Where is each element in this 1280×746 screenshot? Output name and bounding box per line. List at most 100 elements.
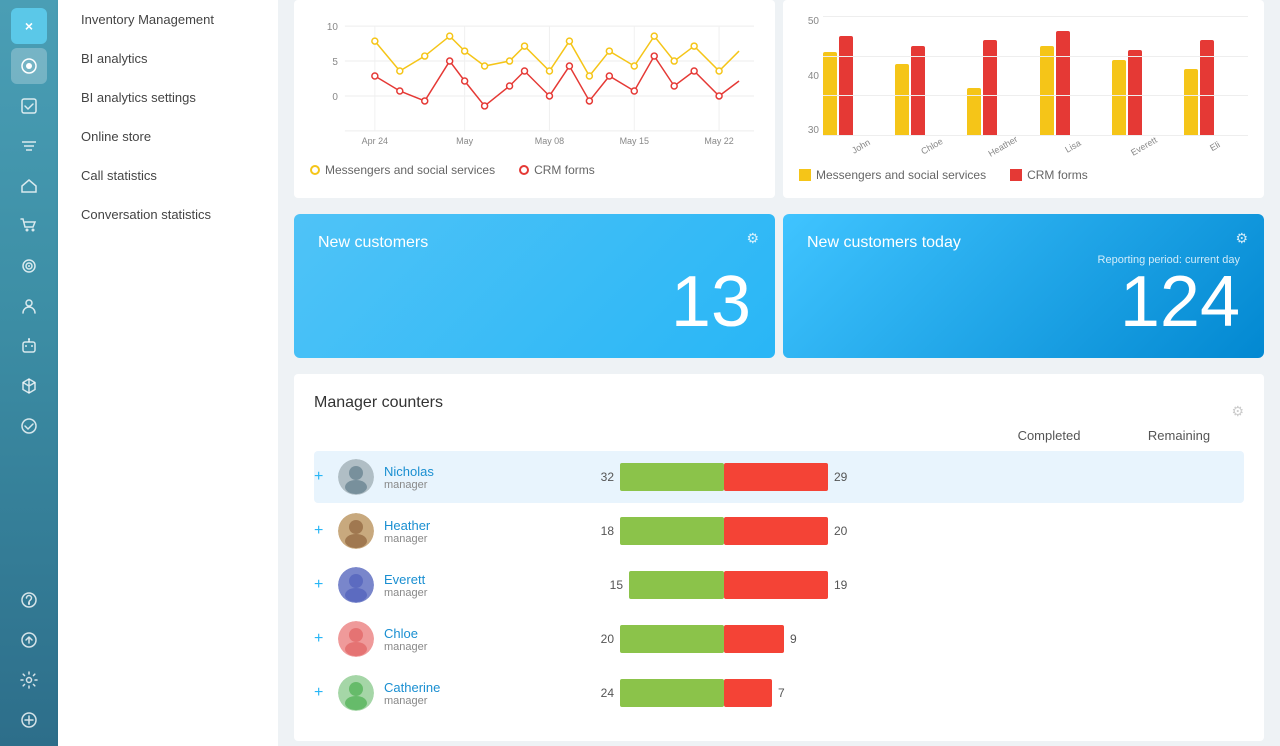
home-icon[interactable]	[11, 168, 47, 204]
bar-group-everett	[1112, 50, 1176, 136]
manager-chloe-role: manager	[384, 641, 427, 653]
bar-group-eli	[1184, 40, 1248, 136]
svg-text:Apr 24: Apr 24	[362, 136, 388, 146]
heather-remaining-count: 20	[834, 524, 854, 538]
y-label-50: 50	[808, 16, 819, 27]
expand-chloe-button[interactable]: +	[314, 630, 330, 648]
bar-eli-red	[1200, 40, 1214, 136]
heather-completed-count: 18	[594, 524, 614, 538]
nicholas-completed-count: 32	[594, 470, 614, 484]
catherine-remaining-bar	[724, 679, 772, 707]
add-icon[interactable]	[11, 702, 47, 738]
svg-text:May 22: May 22	[704, 136, 733, 146]
bar-lisa-red	[1056, 31, 1070, 136]
expand-everett-button[interactable]: +	[314, 576, 330, 594]
completed-header: Completed	[984, 428, 1114, 443]
nicholas-remaining-count: 29	[834, 470, 854, 484]
expand-catherine-button[interactable]: +	[314, 684, 330, 702]
crm-label: CRM forms	[534, 163, 595, 177]
settings-icon[interactable]	[11, 662, 47, 698]
sidebar-item-call-stats[interactable]: Call statistics	[58, 156, 278, 195]
bar-heather-red	[983, 40, 997, 136]
sidebar-item-conversation-stats[interactable]: Conversation statistics	[58, 195, 278, 234]
messengers-label: Messengers and social services	[325, 163, 495, 177]
manager-everett-name[interactable]: Everett	[384, 572, 427, 587]
sidebar-item-inventory[interactable]: Inventory Management	[58, 0, 278, 39]
heather-completed-bar	[620, 517, 724, 545]
tasks-icon[interactable]	[11, 88, 47, 124]
bar-john-red	[839, 36, 853, 136]
line-chart-svg: 10 5 0 Apr 24 May May 08 May 15 May 22	[310, 16, 759, 146]
manager-row-nicholas: + Nicholas manager 32 29	[314, 451, 1244, 503]
y-label-40: 40	[808, 71, 819, 82]
chloe-remaining-count: 9	[790, 632, 810, 646]
filter-icon[interactable]	[11, 128, 47, 164]
nicholas-remaining-bar	[724, 463, 828, 491]
bar-chloe-red	[911, 46, 925, 136]
new-customers-value: 13	[318, 252, 751, 338]
box-icon[interactable]	[11, 368, 47, 404]
new-customers-today-gear-icon[interactable]: ⚙	[1235, 230, 1248, 247]
sidebar: Inventory Management BI analytics BI ana…	[58, 0, 278, 746]
target-icon[interactable]	[11, 248, 47, 284]
bar-crm-label: CRM forms	[1027, 168, 1088, 182]
avatar-nicholas	[338, 459, 374, 495]
everett-completed-bar	[629, 571, 724, 599]
line-chart-card: 10 5 0 Apr 24 May May 08 May 15 May 22	[294, 0, 775, 198]
manager-section-gear-icon[interactable]: ⚙	[1231, 403, 1244, 420]
close-button[interactable]: ×	[11, 8, 47, 44]
new-customers-card: New customers ⚙ 13	[294, 214, 775, 358]
sidebar-item-bi-settings[interactable]: BI analytics settings	[58, 78, 278, 117]
cart-icon[interactable]	[11, 208, 47, 244]
bar-group-john	[823, 36, 887, 136]
sidebar-item-bi-analytics[interactable]: BI analytics	[58, 39, 278, 78]
check-circle-icon[interactable]	[11, 408, 47, 444]
sidebar-item-online-store[interactable]: Online store	[58, 117, 278, 156]
manager-chloe-name[interactable]: Chloe	[384, 626, 427, 641]
new-customers-today-value: 124	[807, 266, 1240, 338]
everett-remaining-bar	[724, 571, 828, 599]
svg-text:May 08: May 08	[535, 136, 564, 146]
new-customers-gear-icon[interactable]: ⚙	[746, 230, 759, 247]
manager-table-header: Completed Remaining	[314, 428, 1244, 443]
manager-nicholas-role: manager	[384, 479, 434, 491]
contacts-icon[interactable]	[11, 288, 47, 324]
manager-row-catherine: + Catherine manager 24 7	[314, 667, 1244, 719]
bar-crm-legend: CRM forms	[1010, 168, 1088, 182]
bar-lisa-yellow	[1040, 46, 1054, 136]
manager-heather-role: manager	[384, 533, 430, 545]
bar-john-yellow	[823, 52, 837, 136]
manager-row-heather: + Heather manager 18 20	[314, 505, 1244, 557]
bar-everett-yellow	[1112, 60, 1126, 136]
dashboard-icon[interactable]	[11, 48, 47, 84]
help-icon[interactable]	[11, 582, 47, 618]
new-customers-title: New customers	[318, 234, 428, 252]
manager-counters-section: Manager counters ⚙ Completed Remaining +…	[294, 374, 1264, 741]
chloe-completed-count: 20	[594, 632, 614, 646]
avatar-everett	[338, 567, 374, 603]
manager-everett-role: manager	[384, 587, 427, 599]
nicholas-completed-bar	[620, 463, 724, 491]
manager-row-everett: + Everett manager 15 19	[314, 559, 1244, 611]
bar-group-chloe	[895, 46, 959, 136]
catherine-completed-bar	[620, 679, 724, 707]
catherine-completed-count: 24	[594, 686, 614, 700]
new-customers-today-title: New customers today	[807, 234, 961, 252]
expand-heather-button[interactable]: +	[314, 522, 330, 540]
manager-catherine-name[interactable]: Catherine	[384, 680, 440, 695]
bar-messengers-legend: Messengers and social services	[799, 168, 986, 182]
manager-heather-name[interactable]: Heather	[384, 518, 430, 533]
bar-chart-card: 50 40 30	[783, 0, 1264, 198]
avatar-heather	[338, 513, 374, 549]
crm-dot	[519, 165, 529, 175]
bot-icon[interactable]	[11, 328, 47, 364]
bar-heather-yellow	[967, 88, 981, 136]
svg-text:5: 5	[332, 57, 338, 68]
catherine-remaining-count: 7	[778, 686, 798, 700]
remaining-header: Remaining	[1114, 428, 1244, 443]
upload-icon[interactable]	[11, 622, 47, 658]
bar-everett-red	[1128, 50, 1142, 136]
avatar-chloe	[338, 621, 374, 657]
manager-nicholas-name[interactable]: Nicholas	[384, 464, 434, 479]
expand-nicholas-button[interactable]: +	[314, 468, 330, 486]
